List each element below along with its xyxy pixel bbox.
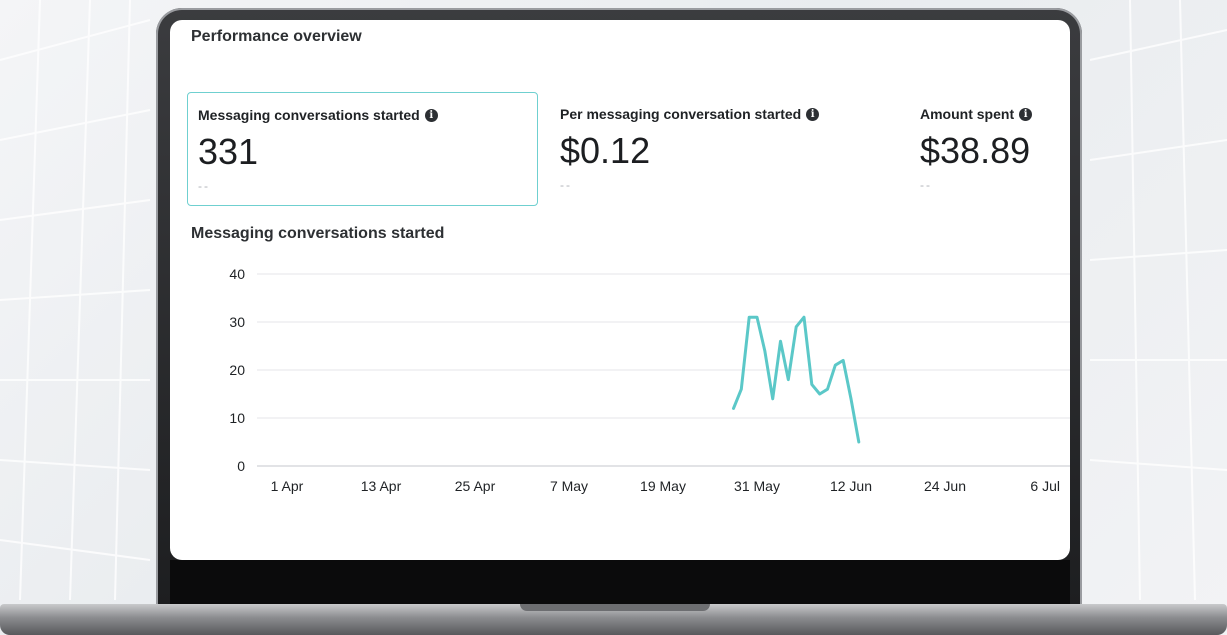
- x-tick-label: 13 Apr: [361, 478, 402, 494]
- data-point[interactable]: [824, 385, 832, 393]
- data-point[interactable]: [761, 347, 769, 355]
- data-point[interactable]: [839, 356, 847, 364]
- x-tick-label: 1 Apr: [271, 478, 304, 494]
- x-tick-label: 25 Apr: [455, 478, 496, 494]
- metric-card-messaging-conversations[interactable]: Messaging conversations started i 331 --: [187, 92, 538, 206]
- data-point[interactable]: [745, 313, 753, 321]
- metric-card-cost-per-conversation[interactable]: Per messaging conversation started i $0.…: [550, 92, 900, 206]
- metric-comparison: --: [920, 178, 932, 192]
- metric-value: $38.89: [920, 130, 1031, 171]
- laptop-base-notch: [520, 604, 710, 611]
- metric-label: Amount spent: [920, 106, 1015, 122]
- metric-value: $0.12: [560, 130, 651, 171]
- data-point[interactable]: [737, 385, 745, 393]
- data-point[interactable]: [855, 438, 863, 446]
- y-tick-label: 10: [229, 410, 245, 426]
- panel-title: Performance overview: [191, 28, 362, 45]
- y-tick-label: 0: [237, 458, 245, 474]
- data-point[interactable]: [730, 404, 738, 412]
- line-chart: 0 10 20 30 40 1 Apr 13 Apr 25 Apr 7 May 19 May 31 …: [229, 266, 1070, 494]
- metric-comparison: --: [560, 178, 572, 192]
- x-tick-label: 24 Jun: [924, 478, 966, 494]
- metric-card-amount-spent[interactable]: Amount spent i $38.89 --: [910, 92, 1070, 206]
- data-point[interactable]: [816, 390, 824, 398]
- x-tick-label: 7 May: [550, 478, 588, 494]
- data-point[interactable]: [800, 313, 808, 321]
- y-tick-label: 30: [229, 314, 245, 330]
- x-tick-label: 19 May: [640, 478, 686, 494]
- data-point[interactable]: [784, 376, 792, 384]
- data-point[interactable]: [792, 323, 800, 331]
- data-point[interactable]: [769, 395, 777, 403]
- x-tick-label: 12 Jun: [830, 478, 872, 494]
- data-point[interactable]: [831, 361, 839, 369]
- data-point[interactable]: [808, 380, 816, 388]
- metric-label: Per messaging conversation started: [560, 106, 802, 122]
- series-line: [732, 315, 861, 444]
- metric-comparison: --: [198, 179, 210, 193]
- info-icon[interactable]: i: [806, 107, 820, 121]
- y-tick-label: 40: [229, 266, 245, 282]
- data-point[interactable]: [777, 337, 785, 345]
- metric-value: 331: [198, 131, 259, 172]
- info-icon[interactable]: i: [424, 108, 438, 122]
- data-point[interactable]: [847, 395, 855, 403]
- data-point[interactable]: [753, 313, 761, 321]
- performance-panel: Performance overview Messaging conversat…: [170, 20, 1070, 560]
- x-tick-label: 6 Jul: [1030, 478, 1060, 494]
- metric-label: Messaging conversations started: [198, 107, 420, 123]
- chart-title: Messaging conversations started: [191, 225, 445, 242]
- screen-bezel-bottom: [170, 560, 1070, 606]
- x-tick-label: 31 May: [734, 478, 780, 494]
- y-tick-label: 20: [229, 362, 245, 378]
- info-icon[interactable]: i: [1019, 107, 1033, 121]
